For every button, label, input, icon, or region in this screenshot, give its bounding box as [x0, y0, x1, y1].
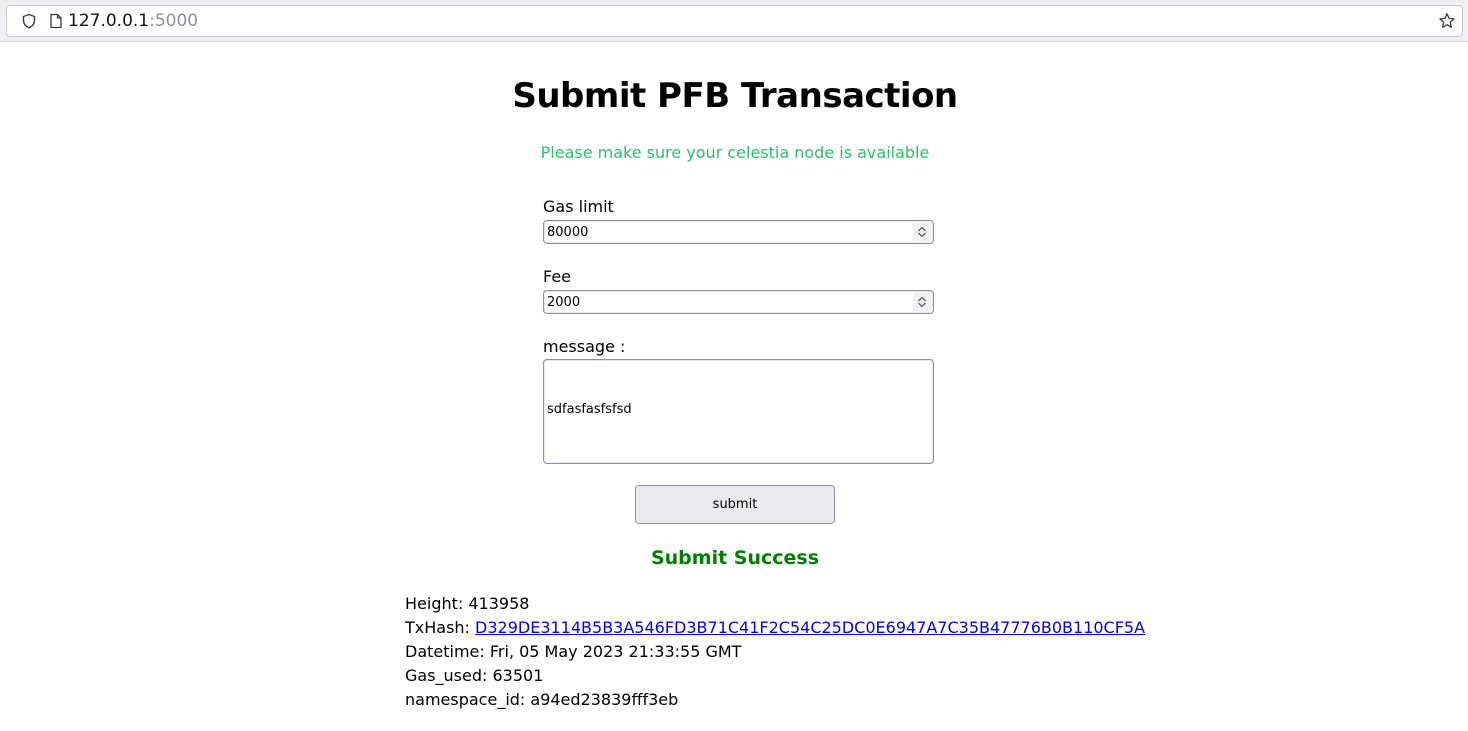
gas-used-label: Gas_used:	[405, 666, 493, 685]
fee-input[interactable]	[543, 290, 934, 314]
namespace-label: namespace_id:	[405, 690, 531, 709]
txhash-row: TxHash: D329DE3114B5B3A546FD3B71C41F2C54…	[405, 616, 1145, 640]
message-label: message :	[543, 337, 626, 356]
height-row: Height: 413958	[405, 592, 1145, 616]
page-title: Submit PFB Transaction	[512, 76, 958, 116]
page-body: Submit PFB Transaction Please make sure …	[0, 42, 1468, 731]
chevron-down-icon[interactable]	[917, 302, 927, 308]
browser-toolbar: 127.0.0.1:5000	[0, 0, 1468, 42]
node-availability-notice: Please make sure your celestia node is a…	[540, 143, 930, 162]
shield-icon[interactable]	[21, 13, 37, 29]
address-bar[interactable]: 127.0.0.1:5000	[6, 5, 1463, 37]
url-port: :5000	[149, 11, 199, 31]
datetime-row: Datetime: Fri, 05 May 2023 21:33:55 GMT	[405, 640, 1145, 664]
namespace-value: a94ed23839fff3eb	[530, 690, 679, 709]
page-icon	[49, 13, 63, 29]
url-text[interactable]: 127.0.0.1:5000	[68, 10, 198, 32]
submit-status: Submit Success	[650, 547, 820, 569]
gas-used-value: 63501	[492, 666, 544, 685]
transaction-result: Height: 413958 TxHash: D329DE3114B5B3A54…	[405, 592, 1145, 712]
fee-spinner[interactable]	[913, 293, 931, 311]
height-label: Height:	[405, 594, 469, 613]
gas-limit-spinner[interactable]	[913, 223, 931, 241]
chevron-down-icon[interactable]	[917, 232, 927, 238]
txhash-label: TxHash:	[405, 618, 476, 637]
datetime-label: Datetime:	[405, 642, 490, 661]
message-textarea[interactable]: sdfasfasfsfsd	[543, 359, 934, 464]
gas-limit-input[interactable]	[543, 220, 934, 244]
fee-label: Fee	[543, 267, 572, 286]
namespace-row: namespace_id: a94ed23839fff3eb	[405, 688, 1145, 712]
datetime-value: Fri, 05 May 2023 21:33:55 GMT	[489, 642, 742, 661]
height-value: 413958	[468, 594, 530, 613]
gas-used-row: Gas_used: 63501	[405, 664, 1145, 688]
submit-button[interactable]: submit	[635, 485, 835, 524]
gas-limit-label: Gas limit	[543, 197, 614, 216]
star-icon[interactable]	[1438, 12, 1456, 30]
url-host: 127.0.0.1	[68, 11, 150, 31]
txhash-link[interactable]: D329DE3114B5B3A546FD3B71C41F2C54C25DC0E6…	[475, 618, 1145, 637]
